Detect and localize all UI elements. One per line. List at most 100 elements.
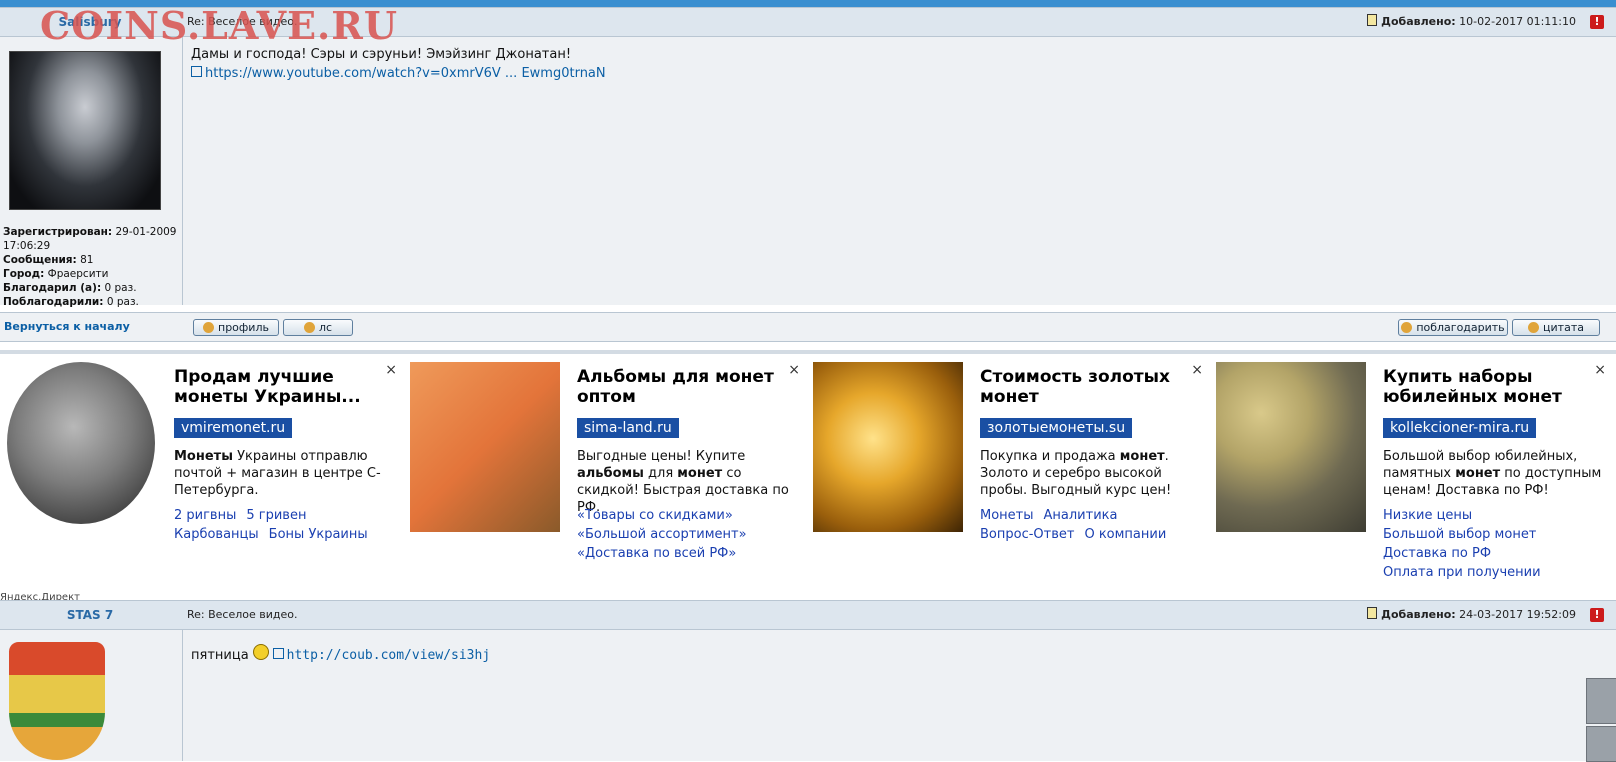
scroll-down-button[interactable] <box>1586 726 1616 762</box>
ad-1[interactable]: Продам лучшие монеты Украины... vmiremon… <box>7 362 407 592</box>
close-icon[interactable]: × <box>1191 362 1203 378</box>
added-date: 24-03-2017 19:52:09 <box>1459 608 1576 621</box>
ad-links: «Товары со скидками» «Большой ассортимен… <box>577 506 807 563</box>
ad-domain[interactable]: sima-land.ru <box>577 418 679 438</box>
ad-title[interactable]: Стоимость золотых монет <box>980 367 1190 407</box>
coin-sets-image[interactable] <box>1216 362 1366 532</box>
report-icon[interactable]: ! <box>1590 15 1604 29</box>
avatar <box>9 642 105 760</box>
ad-link[interactable]: «Товары со скидками» <box>577 508 733 523</box>
document-icon <box>1367 607 1378 619</box>
close-icon[interactable]: × <box>1594 362 1606 378</box>
document-icon <box>1367 14 1378 26</box>
report-icon[interactable]: ! <box>1590 608 1604 622</box>
ad-domain[interactable]: золотыемонеты.su <box>980 418 1133 438</box>
added-label: Добавлено: <box>1381 15 1456 28</box>
gold-coins-image[interactable] <box>813 362 963 532</box>
ad-4[interactable]: Купить наборы юбилейных монет kollekcion… <box>1216 362 1616 592</box>
ad-text-bold: монет <box>677 466 723 481</box>
messages-label: Сообщения: <box>3 254 77 266</box>
ad-link[interactable]: Оплата при получении <box>1383 565 1541 580</box>
ad-link[interactable]: Монеты <box>980 508 1034 523</box>
profile-label: профиль <box>218 321 269 334</box>
was-thanked-label: Поблагодарили: <box>3 296 104 308</box>
ad-domain[interactable]: vmiremonet.ru <box>174 418 293 438</box>
ad-text-bold: Монеты <box>174 449 233 464</box>
ad-link[interactable]: Вопрос-Ответ <box>980 527 1074 542</box>
ad-3[interactable]: Стоимость золотых монет золотыемонеты.su… <box>813 362 1213 592</box>
post-1: Salisbury Re: Веселое видео. Добавлено: … <box>0 7 1616 331</box>
post-body: пятница http://coub.com/view/si3hj <box>183 630 1616 761</box>
coin-crab-image[interactable] <box>7 362 155 524</box>
ad-text: Большой выбор юбилейных, памятных монет … <box>1383 448 1608 499</box>
ad-block: Продам лучшие монеты Украины... vmiremon… <box>0 350 1616 603</box>
city-label: Город: <box>3 268 45 280</box>
ad-2[interactable]: Альбомы для монет оптом sima-land.ru Выг… <box>410 362 810 592</box>
ad-link[interactable]: О компании <box>1084 527 1166 542</box>
quote-button[interactable]: цитата <box>1512 319 1600 336</box>
thumbs-up-icon <box>1401 322 1413 333</box>
pm-label: лс <box>318 321 333 334</box>
external-link-icon <box>272 648 284 659</box>
ad-link[interactable]: Доставка по РФ <box>1383 546 1491 561</box>
user-icon <box>203 322 214 333</box>
post-footer: Вернуться к началу профиль лс поблагодар… <box>0 312 1616 342</box>
ad-domain[interactable]: kollekcioner-mira.ru <box>1383 418 1537 438</box>
user-info: Зарегистрирован: 29-01-2009 17:06:29 Соо… <box>3 225 182 309</box>
coub-link[interactable]: http://coub.com/view/si3hj <box>287 648 491 663</box>
quote-label: цитата <box>1543 321 1584 334</box>
ad-link[interactable]: 5 гривен <box>246 508 306 523</box>
ad-links: 2 ригвны 5 гривен Карбованцы Боны Украины <box>174 506 404 544</box>
thank-label: поблагодарить <box>1416 321 1505 334</box>
ad-text: Монеты Украины отправлю почтой + магазин… <box>174 448 399 499</box>
added-label: Добавлено: <box>1381 608 1456 621</box>
ad-link[interactable]: «Доставка по всей РФ» <box>577 546 736 561</box>
city-value: Фраерсити <box>47 268 109 280</box>
ad-title[interactable]: Продам лучшие монеты Украины... <box>174 367 384 407</box>
thanked-label: Благодарил (а): <box>3 282 102 294</box>
post-body: Дамы и господа! Сэры и сэруньи! Эмэйзинг… <box>183 37 1616 305</box>
ad-link[interactable]: «Большой ассортимент» <box>577 527 747 542</box>
speech-bubble-icon <box>1528 322 1540 333</box>
thanked-value: 0 раз. <box>104 282 137 294</box>
ad-text-bold: альбомы <box>577 466 644 481</box>
ad-title[interactable]: Купить наборы юбилейных монет <box>1383 367 1593 407</box>
registered-label: Зарегистрирован: <box>3 226 113 238</box>
smiley-icon <box>252 644 269 660</box>
ad-link[interactable]: Карбованцы <box>174 527 259 542</box>
close-icon[interactable]: × <box>788 362 800 378</box>
profile-button[interactable]: профиль <box>193 319 279 336</box>
ad-text: Покупка и продажа монет. Золото и серебр… <box>980 448 1205 499</box>
post-text: Дамы и господа! Сэры и сэруньи! Эмэйзинг… <box>191 47 572 62</box>
post-2: STAS 7 Re: Веселое видео. Добавлено: 24-… <box>0 600 1616 761</box>
post-text: пятница <box>191 648 249 663</box>
user-panel <box>0 630 183 761</box>
youtube-link[interactable]: https://www.youtube.com/watch?v=0xmrV6V … <box>205 66 606 81</box>
ad-text-part: Покупка и продажа <box>980 449 1120 464</box>
thank-button[interactable]: поблагодарить <box>1398 319 1508 336</box>
scroll-up-button[interactable] <box>1586 678 1616 724</box>
ad-link[interactable]: Боны Украины <box>269 527 368 542</box>
ad-text-bold: монет <box>1455 466 1501 481</box>
ad-text-part: для <box>643 466 678 481</box>
back-to-top-link[interactable]: Вернуться к началу <box>4 313 130 341</box>
close-icon[interactable]: × <box>385 362 397 378</box>
ad-links: Монеты Аналитика Вопрос-Ответ О компании <box>980 506 1210 544</box>
ad-text-bold: монет <box>1119 449 1165 464</box>
post-date: Добавлено: 24-03-2017 19:52:09 <box>1367 601 1576 629</box>
user-panel: Зарегистрирован: 29-01-2009 17:06:29 Соо… <box>0 37 183 308</box>
ad-link[interactable]: Большой выбор монет <box>1383 527 1536 542</box>
was-thanked-value: 0 раз. <box>106 296 139 308</box>
post-header: STAS 7 Re: Веселое видео. Добавлено: 24-… <box>0 601 1616 630</box>
coin-album-image[interactable] <box>410 362 560 532</box>
ad-link[interactable]: Аналитика <box>1044 508 1118 523</box>
ad-link[interactable]: 2 ригвны <box>174 508 236 523</box>
ad-link[interactable]: Низкие цены <box>1383 508 1472 523</box>
messages-value: 81 <box>80 254 94 266</box>
post-date: Добавлено: 10-02-2017 01:11:10 <box>1367 8 1576 36</box>
post-author[interactable]: STAS 7 <box>0 601 180 629</box>
ad-title[interactable]: Альбомы для монет оптом <box>577 367 787 407</box>
users-icon <box>303 322 315 333</box>
pm-button[interactable]: лс <box>283 319 353 336</box>
added-date: 10-02-2017 01:11:10 <box>1459 15 1576 28</box>
